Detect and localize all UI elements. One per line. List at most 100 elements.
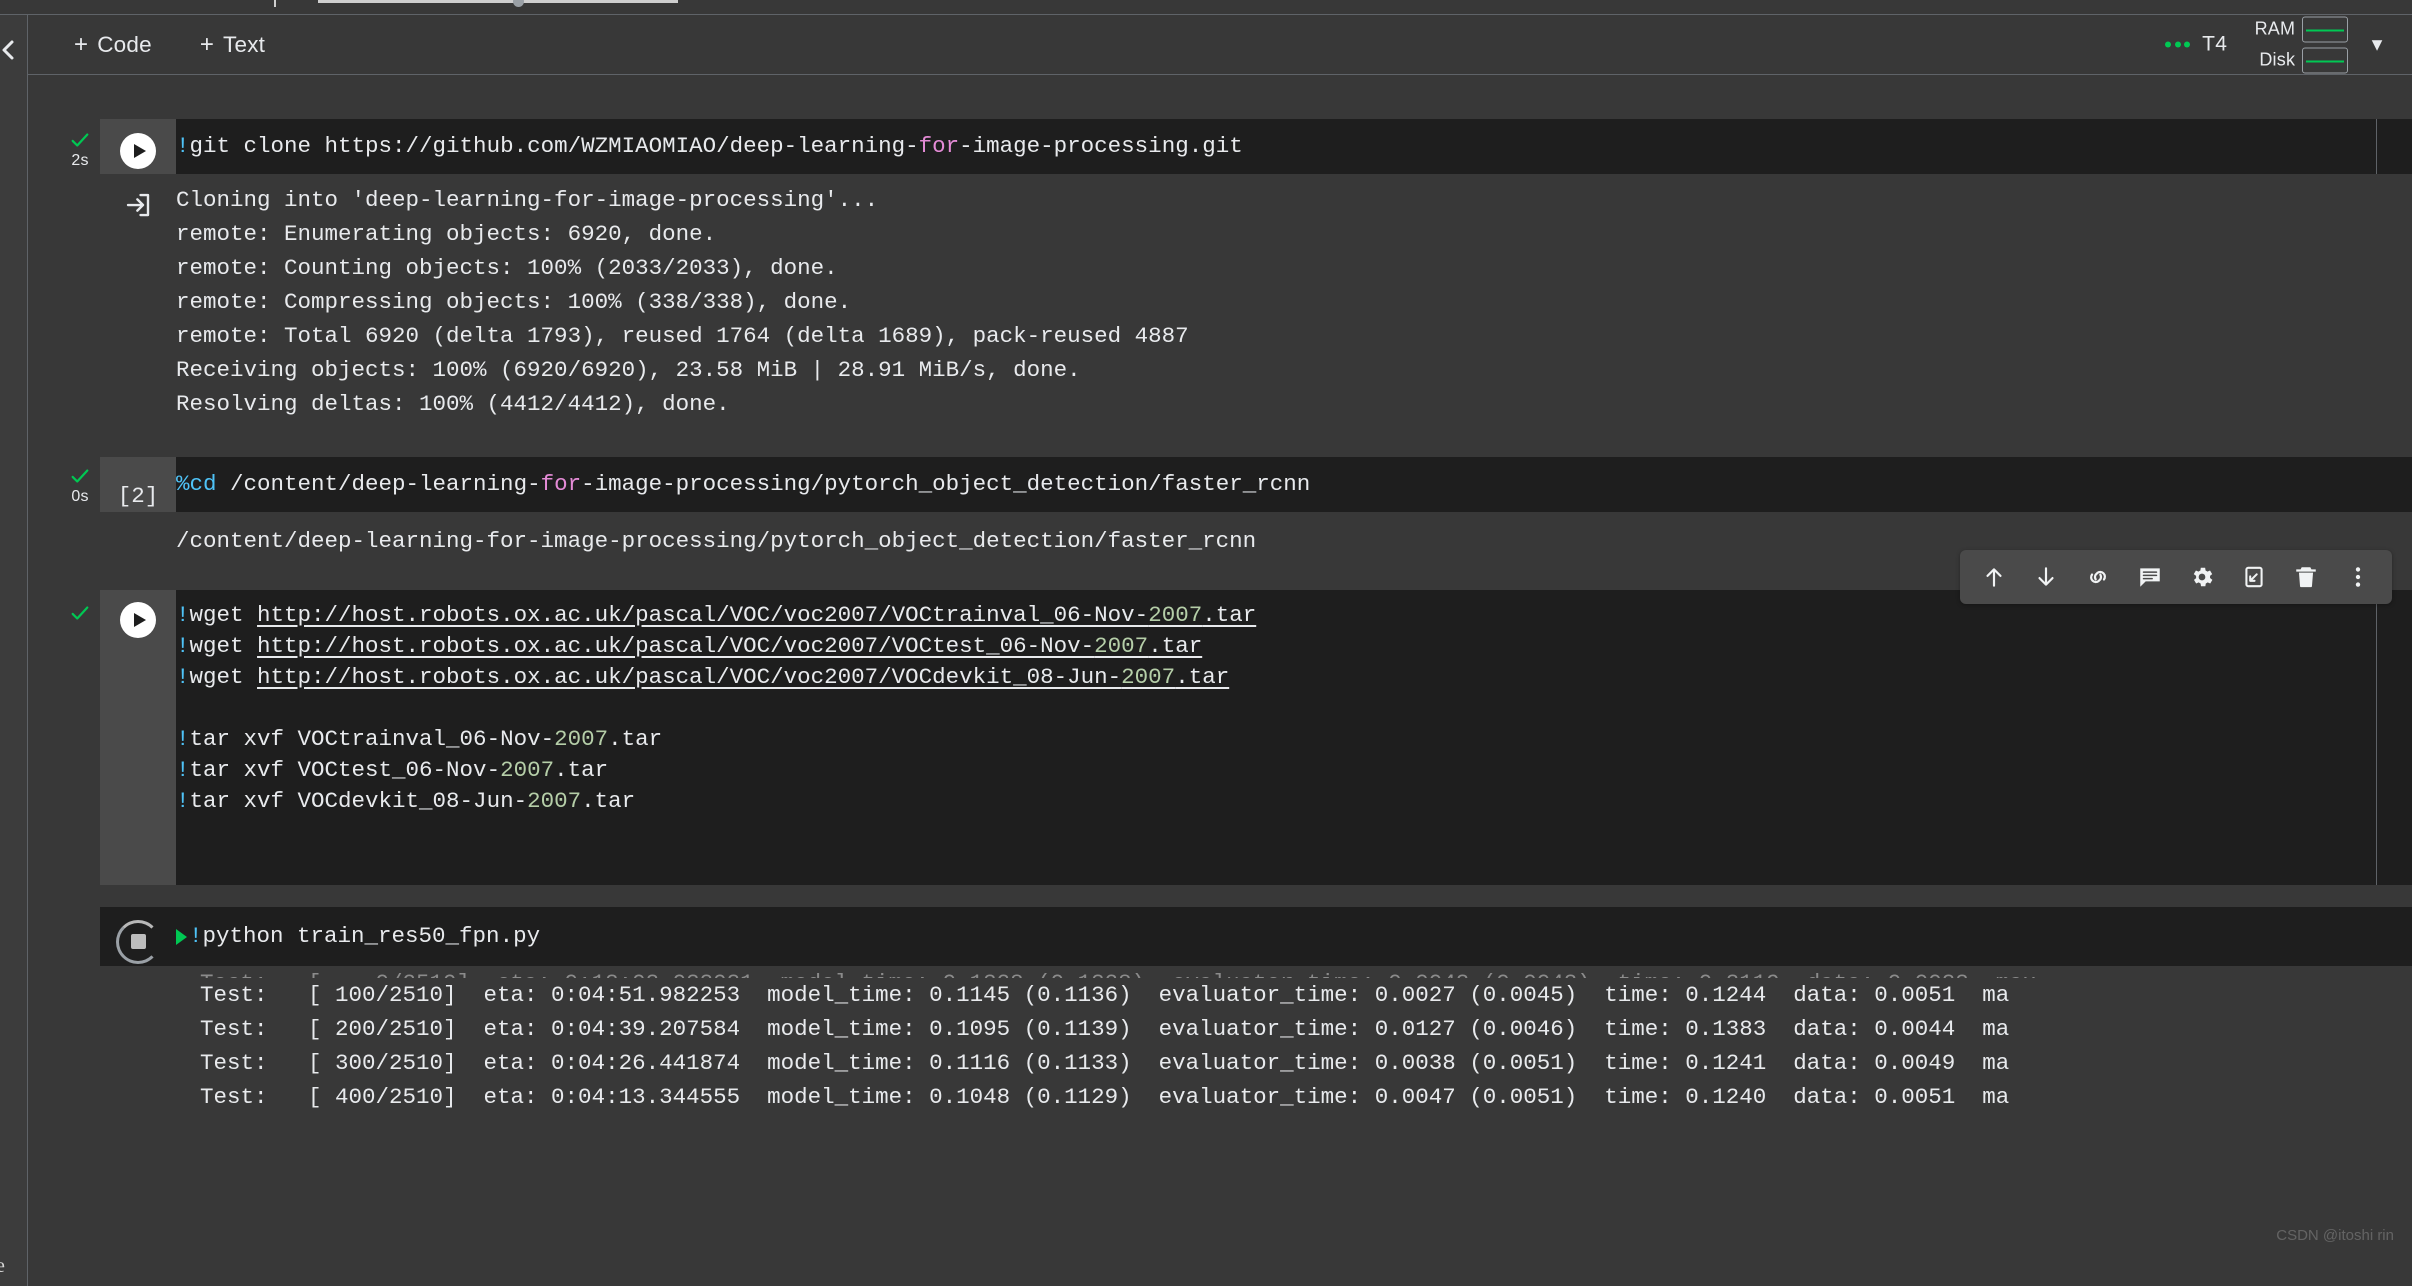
keyword-token-for: for <box>918 133 960 159</box>
accelerator-label[interactable]: T4 <box>2202 33 2227 57</box>
cell-status-gutter <box>60 602 100 624</box>
output-stream-icon-column <box>100 183 176 225</box>
more-options-button[interactable] <box>2332 554 2384 600</box>
notebook-scroll-area[interactable]: 2s !git clone https://github.com/WZMIAOM… <box>28 75 2412 1286</box>
cell-source-line[interactable]: !python train_res50_fpn.py <box>189 921 540 952</box>
sidebar-bottom-glyph: e <box>0 1255 5 1277</box>
disk-meter-row[interactable]: Disk <box>2247 47 2349 73</box>
code-token-pre: /content/deep-learning- <box>216 471 541 497</box>
left-sidebar-rail: e <box>0 15 28 1286</box>
shell-bang-token: ! <box>176 757 190 783</box>
cell-status-gutter: 2s <box>60 129 100 170</box>
download-url-link[interactable]: http://host.robots.ox.ac.uk/pascal/VOC/v… <box>257 633 1202 659</box>
url-suffix: .tar <box>1202 602 1257 628</box>
url-number-token: 2007 <box>1148 602 1203 628</box>
cell-code-editor[interactable]: [2] %cd /content/deep-learning-for-image… <box>100 457 2412 512</box>
cell-output-git-clone: Cloning into 'deep-learning-for-image-pr… <box>100 174 2412 431</box>
check-icon <box>69 465 91 487</box>
output-line: Test: [ 100/2510] eta: 0:04:51.982253 mo… <box>200 982 2010 1008</box>
output-line: remote: Enumerating objects: 6920, done. <box>176 221 717 247</box>
cell-code-editor[interactable]: !wget http://host.robots.ox.ac.uk/pascal… <box>100 590 2412 885</box>
add-code-cell-button[interactable]: + Code <box>68 28 158 62</box>
output-line: Test: [ 400/2510] eta: 0:04:13.344555 mo… <box>200 1084 2010 1110</box>
ram-meter-row[interactable]: RAM <box>2247 16 2349 42</box>
output-line: remote: Total 6920 (delta 1793), reused … <box>176 323 1189 349</box>
code-cell-train[interactable]: !python train_res50_fpn.py Test: [ 0/251… <box>28 907 2412 1114</box>
interrupt-execution-button[interactable] <box>100 907 176 966</box>
disk-label: Disk <box>2259 49 2296 70</box>
cell-runtime-label: 2s <box>71 152 89 169</box>
add-text-label: Text <box>223 31 266 57</box>
run-cell-button[interactable] <box>100 590 176 885</box>
execution-indicator-icon <box>176 928 187 945</box>
clipped-top-toolbar-strip <box>0 0 2412 15</box>
magic-command-token: %cd <box>176 471 217 497</box>
url-text: http://host.robots.ox.ac.uk/pascal/VOC/v… <box>257 633 1095 659</box>
clipped-toolbar-dot <box>513 0 524 7</box>
code-token-cmd: tar xvf VOCtrainval_06-Nov- <box>189 726 555 752</box>
code-token-cmd: tar xvf VOCtest_06-Nov- <box>189 757 501 783</box>
notebook-body: e + Code + Text T4 RAM Disk ▼ 2s !git cl… <box>0 15 2412 1286</box>
cell-source-block[interactable]: !wget http://host.robots.ox.ac.uk/pascal… <box>176 590 1256 829</box>
play-icon <box>120 133 156 169</box>
number-token: 2007 <box>500 757 555 783</box>
colab-notebook-app: e + Code + Text T4 RAM Disk ▼ 2s !git cl… <box>0 0 2412 1286</box>
editor-right-divider <box>2376 590 2378 885</box>
spinner-ring <box>116 919 160 964</box>
url-number-token: 2007 <box>1094 633 1149 659</box>
move-cell-down-button[interactable] <box>2020 554 2072 600</box>
url-text: http://host.robots.ox.ac.uk/pascal/VOC/v… <box>257 602 1149 628</box>
cell-source-line[interactable]: !git clone https://github.com/WZMIAOMIAO… <box>176 119 1243 174</box>
shell-bang-token: ! <box>189 923 203 949</box>
download-url-link[interactable]: http://host.robots.ox.ac.uk/pascal/VOC/v… <box>257 602 1256 628</box>
output-line: /content/deep-learning-for-image-process… <box>176 528 1257 554</box>
copy-link-button[interactable] <box>2072 554 2124 600</box>
code-token-cmd: wget <box>189 664 258 690</box>
cell-output-train-stream: Test: [ 0/2510] eta: 0:13:03.033031 mode… <box>100 966 2412 1114</box>
output-line-clipped: Test: [ 0/2510] eta: 0:13:03.033031 mode… <box>200 966 2412 978</box>
delete-cell-button[interactable] <box>2280 554 2332 600</box>
execution-count-label: [2] <box>117 483 159 509</box>
url-suffix: .tar <box>1148 633 1203 659</box>
add-comment-button[interactable] <box>2124 554 2176 600</box>
shell-bang-token: ! <box>176 633 190 659</box>
cell-settings-button[interactable] <box>2176 554 2228 600</box>
code-token-pre: git clone https://github.com/WZMIAOMIAO/… <box>189 133 919 159</box>
notebook-column: + Code + Text T4 RAM Disk ▼ 2s !git clon… <box>28 15 2412 1286</box>
number-token: 2007 <box>527 788 582 814</box>
clipped-toolbar-line <box>318 0 678 3</box>
output-line: Receiving objects: 100% (6920/6920), 23.… <box>176 357 1081 383</box>
execution-count-column[interactable]: [2] <box>100 457 176 512</box>
output-line: Resolving deltas: 100% (4412/4412), done… <box>176 391 730 417</box>
run-cell-button[interactable] <box>100 119 176 174</box>
move-cell-up-button[interactable] <box>1968 554 2020 600</box>
mirror-cell-button[interactable] <box>2228 554 2280 600</box>
cell-runtime-label: 0s <box>71 488 89 505</box>
ram-meter-bar <box>2302 16 2349 42</box>
cell-code-editor[interactable]: !git clone https://github.com/WZMIAOMIAO… <box>100 119 2412 174</box>
play-icon <box>120 602 156 638</box>
ram-label: RAM <box>2254 18 2296 39</box>
download-url-link[interactable]: http://host.robots.ox.ac.uk/pascal/VOC/v… <box>257 664 1229 690</box>
plus-icon: + <box>199 30 215 58</box>
cell-source-line[interactable]: %cd /content/deep-learning-for-image-pro… <box>176 457 1310 512</box>
code-token-rest: python train_res50_fpn.py <box>202 923 541 949</box>
shell-bang-token: ! <box>176 602 190 628</box>
output-line: Test: [ 200/2510] eta: 0:04:39.207584 mo… <box>200 1016 2010 1042</box>
add-code-label: Code <box>97 31 152 57</box>
url-suffix: .tar <box>1175 664 1230 690</box>
cell-source-row[interactable]: !python train_res50_fpn.py <box>176 907 540 966</box>
resource-meters[interactable]: RAM Disk <box>2247 16 2349 73</box>
chevron-left-icon[interactable] <box>0 37 18 63</box>
code-cell-git-clone[interactable]: 2s !git clone https://github.com/WZMIAOM… <box>28 119 2412 431</box>
code-token-tail: -image-processing.git <box>959 133 1243 159</box>
add-text-cell-button[interactable]: + Text <box>194 28 271 62</box>
code-token-suffix: .tar <box>554 757 609 783</box>
code-cell-download[interactable]: !wget http://host.robots.ox.ac.uk/pascal… <box>28 550 2412 885</box>
cell-action-toolbar[interactable] <box>1960 550 2392 604</box>
connection-status-icon[interactable] <box>2165 41 2191 48</box>
cell-code-editor[interactable]: !python train_res50_fpn.py <box>100 907 2412 966</box>
clipped-toolbar-tick <box>274 0 276 7</box>
code-token-cmd: wget <box>189 602 258 628</box>
chevron-down-icon[interactable]: ▼ <box>2368 34 2386 55</box>
